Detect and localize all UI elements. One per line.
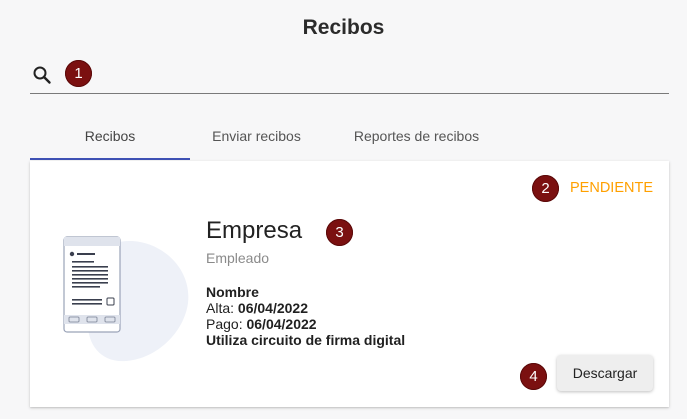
alta-date: 06/04/2022 bbox=[237, 300, 308, 316]
tab-reportes-de-recibos[interactable]: Reportes de recibos bbox=[323, 112, 510, 160]
annotation-marker-1: 1 bbox=[65, 60, 92, 87]
annotation-marker-3: 3 bbox=[326, 219, 353, 246]
company-name: Empresa bbox=[206, 217, 303, 244]
pago-label: Pago: bbox=[206, 316, 243, 332]
annotation-marker-2: 2 bbox=[532, 175, 559, 202]
tab-enviar-recibos[interactable]: Enviar recibos bbox=[190, 112, 323, 160]
status-badge: PENDIENTE bbox=[570, 180, 653, 196]
alta-label: Alta: bbox=[206, 300, 235, 316]
search-bar[interactable] bbox=[30, 58, 669, 94]
download-button[interactable]: Descargar bbox=[557, 355, 653, 391]
name-label: Nombre bbox=[206, 284, 259, 300]
receipt-card: PENDIENTE Empresa Empleado Nombre Alta: … bbox=[30, 161, 669, 407]
employee-label: Empleado bbox=[206, 250, 270, 266]
pago-date: 06/04/2022 bbox=[246, 316, 317, 332]
annotation-marker-4: 4 bbox=[520, 363, 547, 390]
digital-signature-note: Utiliza circuito de firma digital bbox=[206, 332, 406, 348]
page-title: Recibos bbox=[302, 16, 385, 39]
tab-bar: Recibos Enviar recibos Reportes de recib… bbox=[30, 112, 669, 160]
receipt-details: Nombre Alta: 06/04/2022 Pago: 06/04/2022… bbox=[206, 284, 405, 348]
receipt-document-icon bbox=[60, 227, 200, 367]
search-icon[interactable] bbox=[32, 65, 52, 85]
search-input[interactable] bbox=[96, 64, 660, 88]
tab-recibos[interactable]: Recibos bbox=[30, 112, 190, 160]
